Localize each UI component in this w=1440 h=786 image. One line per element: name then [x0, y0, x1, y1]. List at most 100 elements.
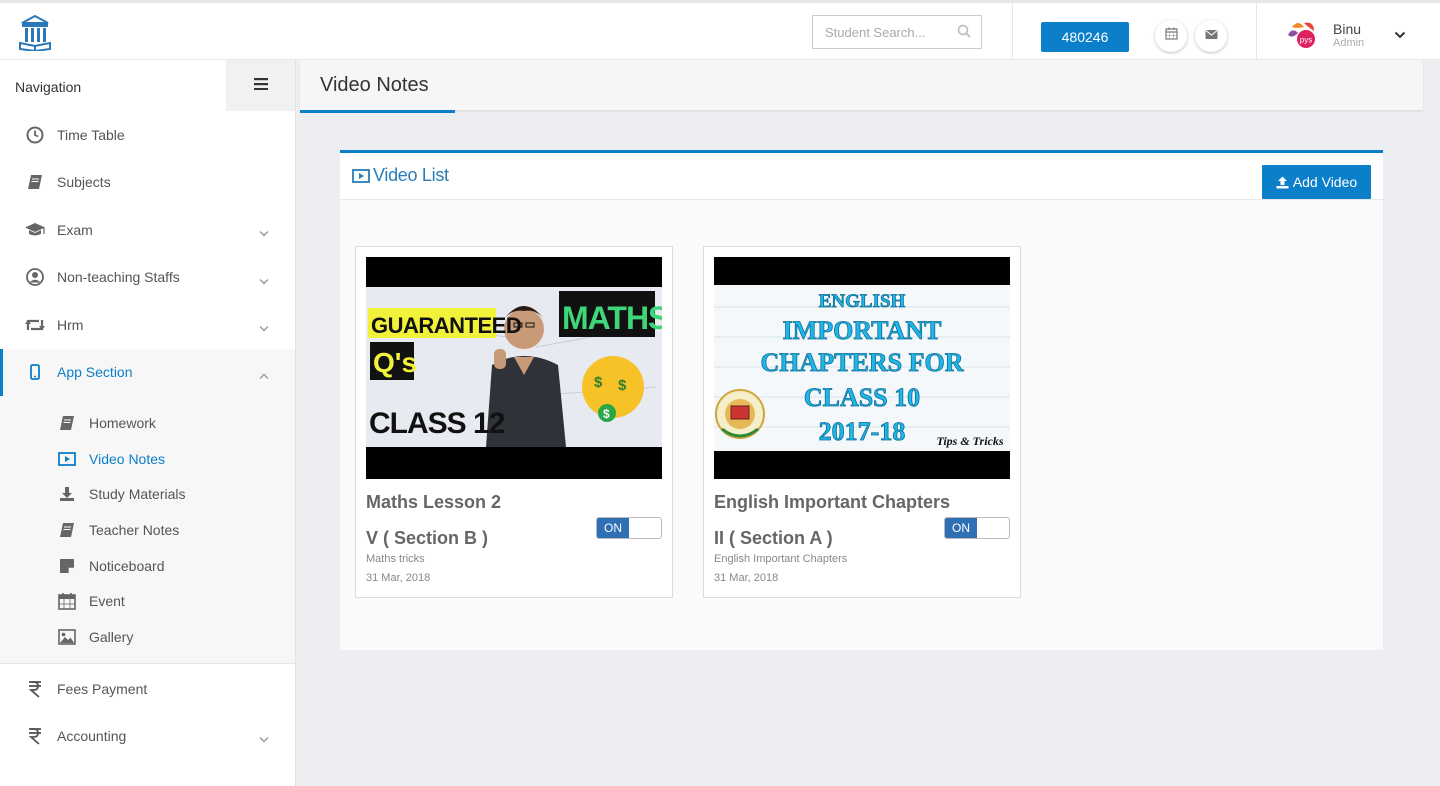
user-name[interactable]: Binu [1333, 21, 1361, 37]
svg-text:Q's: Q's [373, 347, 417, 378]
svg-text:MATHS: MATHS [562, 300, 662, 336]
sidebar-item-non-teaching-staffs[interactable]: Non-teaching Staffs [0, 254, 295, 302]
svg-text:CLASS 12: CLASS 12 [369, 407, 505, 440]
rupee-icon [24, 725, 46, 747]
sidebar-subitem-label: Study Materials [89, 486, 186, 503]
sidebar-subitem-label: Noticeboard [89, 557, 165, 574]
video-thumbnail[interactable]: ENGLISH IMPORTANT CHAPTERS FOR CLASS 10 … [714, 257, 1010, 479]
svg-text:CLASS 10: CLASS 10 [804, 383, 920, 412]
sidebar-item-app-section[interactable]: App Section [0, 348, 295, 396]
page-title: Video Notes [320, 74, 429, 96]
svg-text:$: $ [618, 377, 627, 394]
panel-title: Video List [352, 165, 449, 186]
video-description: Maths tricks [366, 553, 425, 565]
video-card[interactable]: ENGLISH IMPORTANT CHAPTERS FOR CLASS 10 … [703, 246, 1021, 598]
send-icon [24, 776, 46, 780]
add-video-label: Add Video [1292, 174, 1358, 190]
toggle-on-label: ON [597, 518, 629, 538]
image-icon [56, 627, 78, 647]
calendar-button[interactable] [1155, 20, 1187, 52]
user-role: Admin [1333, 37, 1365, 49]
sidebar-item-partial[interactable] [0, 760, 295, 780]
clock-icon [24, 124, 46, 146]
chevron-down-icon [259, 272, 269, 288]
video-list-panel: Video List Add Video GUARANTEED Q's CLAS… [340, 150, 1383, 650]
book-icon [56, 413, 78, 433]
sidebar-item-fees-payment[interactable]: Fees Payment [0, 665, 295, 713]
video-play-icon [352, 168, 370, 183]
sidebar-subitem-event[interactable]: Event [0, 583, 295, 619]
video-thumbnail[interactable]: GUARANTEED Q's CLASS 12 MATHS $ $ $ [366, 257, 662, 479]
book-icon [24, 171, 46, 193]
sidebar-item-label: Time Table [57, 126, 125, 143]
sidebar-item-label: Subjects [57, 174, 111, 191]
sidebar-item-label: Accounting [57, 728, 127, 745]
rupee-icon [24, 678, 46, 700]
svg-text:ENGLISH: ENGLISH [819, 291, 906, 312]
institution-logo-icon[interactable] [18, 14, 52, 53]
download-icon [56, 484, 78, 504]
user-circle-icon [24, 266, 46, 288]
search-icon[interactable] [957, 24, 971, 43]
video-title: Maths Lesson 2 [366, 492, 502, 512]
sidebar-subitem-noticeboard[interactable]: Noticeboard [0, 548, 295, 584]
video-status-toggle[interactable]: ON [944, 517, 1010, 539]
sidebar-item-hrm[interactable]: Hrm [0, 301, 295, 349]
header-divider [1012, 3, 1013, 60]
svg-text:pys: pys [1300, 36, 1312, 45]
calendar-icon [1164, 27, 1178, 45]
sidebar-subitem-gallery[interactable]: Gallery [0, 619, 295, 655]
student-search[interactable] [812, 15, 982, 49]
panel-title-text: Video List [373, 165, 449, 185]
sidebar-item-time-table[interactable]: Time Table [0, 111, 295, 159]
graduation-cap-icon [24, 219, 46, 241]
envelope-icon [1204, 27, 1218, 45]
page-header: Video Notes [300, 60, 1423, 113]
sidebar-subitem-label: Homework [89, 414, 156, 431]
panel-header: Video List Add Video [340, 153, 1383, 200]
sidebar-subitem-label: Event [89, 593, 125, 610]
video-class-section: II ( Section A ) [714, 528, 833, 548]
sidebar-item-label: Hrm [57, 316, 84, 333]
svg-text:$: $ [594, 374, 603, 391]
header-divider [1256, 3, 1257, 60]
hamburger-icon [253, 77, 268, 95]
sidebar-item-label: App Section [57, 364, 133, 381]
sidebar-subitem-teacher-notes[interactable]: Teacher Notes [0, 512, 295, 548]
chevron-up-icon [259, 367, 269, 383]
sidebar-subitem-label: Gallery [89, 628, 134, 645]
video-card[interactable]: GUARANTEED Q's CLASS 12 MATHS $ $ $ Math… [355, 246, 673, 598]
sidebar-subitem-study-materials[interactable]: Study Materials [0, 476, 295, 512]
user-avatar[interactable]: pys [1284, 17, 1320, 53]
video-title: English Important Chapters [714, 492, 951, 512]
add-video-button[interactable]: Add Video [1262, 165, 1371, 199]
video-status-toggle[interactable]: ON [596, 517, 662, 539]
toggle-on-label: ON [945, 518, 977, 538]
svg-text:Tips & Tricks: Tips & Tricks [936, 434, 1003, 448]
chevron-down-icon[interactable] [1394, 27, 1406, 45]
sidebar-header: Navigation [0, 60, 295, 111]
menu-toggle-button[interactable] [226, 60, 295, 111]
page-title-underline [300, 110, 455, 113]
sidebar-item-accounting[interactable]: Accounting [0, 712, 295, 760]
mobile-icon [24, 361, 46, 383]
session-code-button[interactable]: 480246 [1041, 22, 1129, 52]
student-search-input[interactable] [825, 24, 945, 40]
video-play-icon [56, 449, 78, 469]
video-date: 31 Mar, 2018 [714, 572, 779, 584]
svg-text:GUARANTEED: GUARANTEED [371, 313, 521, 338]
app-section-submenu: Homework Video Notes Study Materials Tea… [0, 396, 295, 664]
sidebar-subitem-homework[interactable]: Homework [0, 405, 295, 441]
sidebar-subitem-video-notes[interactable]: Video Notes [0, 441, 295, 477]
mail-button[interactable] [1195, 20, 1227, 52]
svg-text:CHAPTERS FOR: CHAPTERS FOR [761, 348, 964, 377]
sidebar-item-subjects[interactable]: Subjects [0, 159, 295, 207]
video-class-section: V ( Section B ) [366, 528, 489, 548]
sidebar-subitem-label: Video Notes [89, 450, 166, 467]
top-header: 480246 pys Binu Admin [0, 0, 1440, 60]
sidebar-item-exam[interactable]: Exam [0, 206, 295, 254]
svg-text:2017-18: 2017-18 [819, 417, 906, 446]
video-description: English Important Chapters [714, 553, 848, 565]
chevron-down-icon [259, 319, 269, 335]
svg-text:IMPORTANT: IMPORTANT [783, 316, 942, 345]
